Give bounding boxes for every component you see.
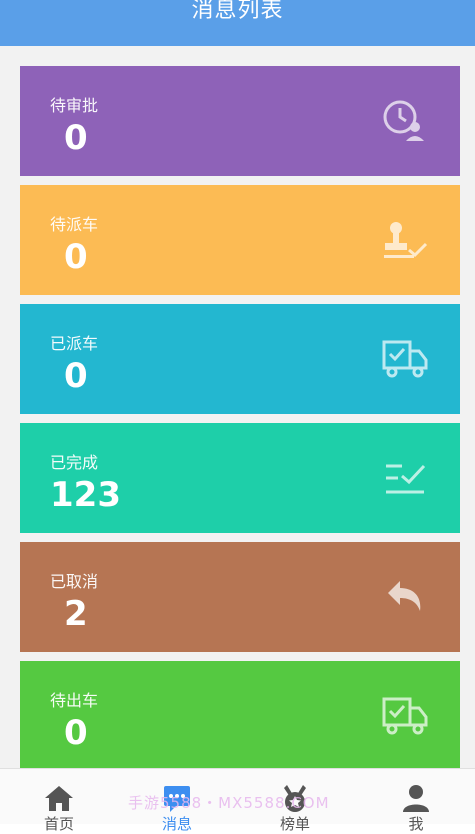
truck-check-icon <box>382 340 428 378</box>
home-icon <box>45 786 73 811</box>
card-completed[interactable]: 已完成 123 <box>20 423 460 533</box>
card-label: 已完成 <box>50 453 99 472</box>
card-label: 待派车 <box>50 215 99 234</box>
card-label: 待出车 <box>50 691 99 710</box>
tab-home[interactable]: 首页 <box>0 769 118 833</box>
card-pending-dispatch[interactable]: 待派车 0 <box>20 185 460 295</box>
card-dispatched[interactable]: 已派车 0 <box>20 304 460 414</box>
card-pending-approval[interactable]: 待审批 0 <box>20 66 460 176</box>
truck-check-icon <box>382 697 428 735</box>
card-label: 待审批 <box>50 96 99 115</box>
user-icon <box>403 785 429 812</box>
list-check-icon <box>386 464 426 494</box>
card-count: 0 <box>64 356 88 396</box>
page-header: 消息列表 <box>0 0 475 46</box>
card-count: 0 <box>64 713 88 753</box>
stamp-check-icon <box>384 222 428 258</box>
message-list: 待审批 0 待派车 0 已派车 0 已完成 123 已取消 2 待出车 0 <box>0 46 475 771</box>
tab-me[interactable]: 我 <box>357 769 475 833</box>
card-count: 123 <box>50 475 121 515</box>
card-awaiting-departure[interactable]: 待出车 0 <box>20 661 460 771</box>
card-label: 已派车 <box>50 334 99 353</box>
card-cancelled[interactable]: 已取消 2 <box>20 542 460 652</box>
undo-arrow-icon <box>388 581 421 611</box>
page-title: 消息列表 <box>191 0 284 23</box>
card-count: 2 <box>64 594 88 634</box>
clock-user-icon <box>383 100 424 141</box>
watermark-text: 手游5588・MX5588.COM <box>128 794 330 812</box>
card-count: 0 <box>64 118 88 158</box>
card-count: 0 <box>64 237 88 277</box>
card-label: 已取消 <box>50 572 99 591</box>
